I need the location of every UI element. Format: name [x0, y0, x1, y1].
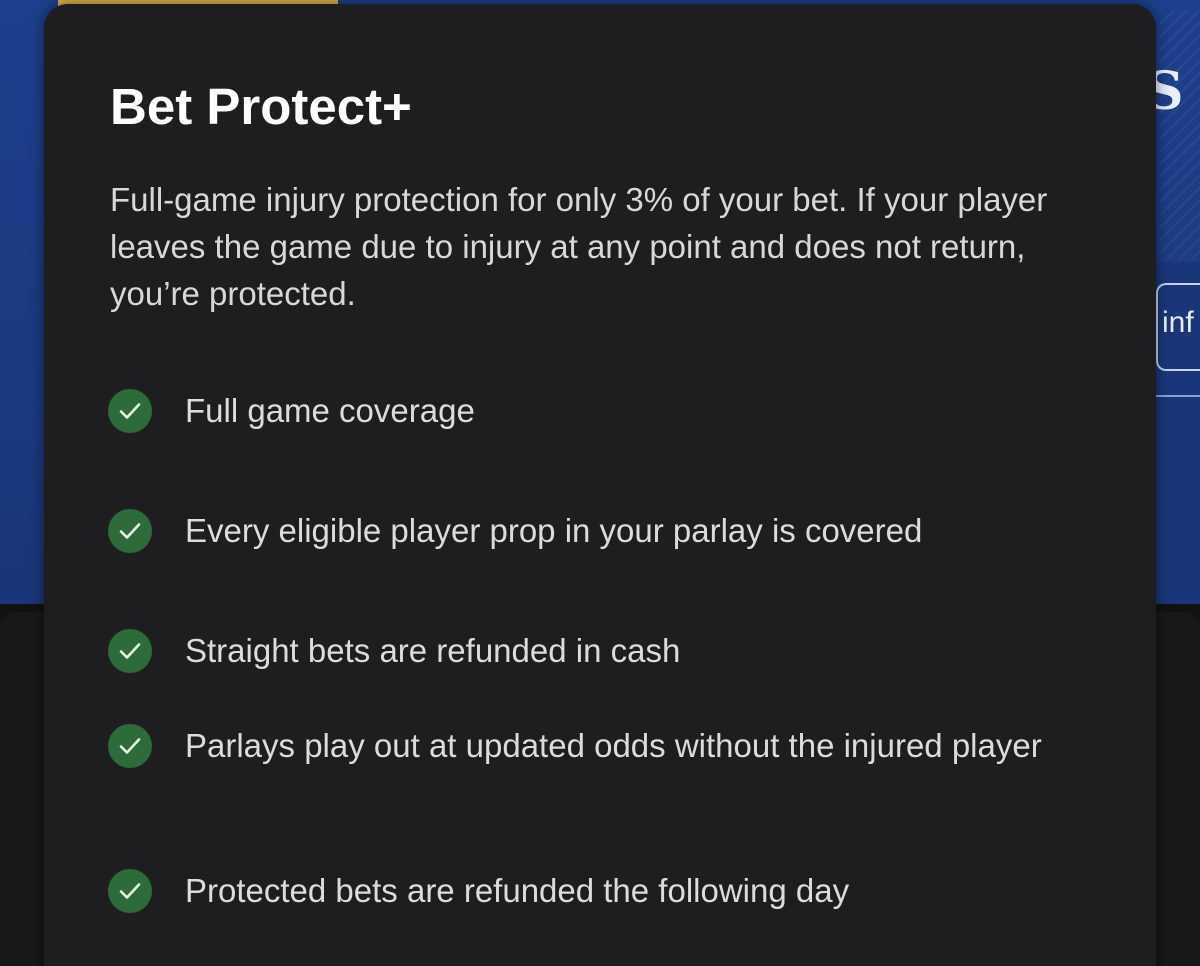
bet-protect-modal: Bet Protect+ Full-game injury protection… [44, 4, 1156, 966]
feature-label: Full game coverage [185, 392, 475, 429]
background-divider [1156, 395, 1200, 397]
feature-item: Protected bets are refunded the followin… [108, 868, 1108, 914]
check-circle-icon [108, 389, 152, 433]
check-circle-icon [108, 509, 152, 553]
feature-label: Protected bets are refunded the followin… [185, 872, 850, 909]
check-circle-icon [108, 629, 152, 673]
feature-label: Parlays play out at updated odds without… [185, 727, 1042, 764]
app-screen: S inf Bet Protect+ Full-game injury prot… [0, 0, 1200, 966]
check-circle-icon [108, 869, 152, 913]
background-pattern [1160, 10, 1200, 260]
feature-item: Full game coverage [108, 388, 1108, 434]
feature-item: Parlays play out at updated odds without… [108, 723, 1108, 769]
modal-description: Full-game injury protection for only 3% … [110, 181, 1048, 312]
feature-label: Every eligible player prop in your parla… [185, 512, 923, 549]
feature-item: Every eligible player prop in your parla… [108, 508, 1108, 554]
feature-item: Straight bets are refunded in cash [108, 628, 1108, 674]
background-info-label: inf [1162, 306, 1194, 339]
check-circle-icon [108, 724, 152, 768]
modal-title: Bet Protect+ [110, 78, 412, 135]
feature-label: Straight bets are refunded in cash [185, 632, 681, 669]
